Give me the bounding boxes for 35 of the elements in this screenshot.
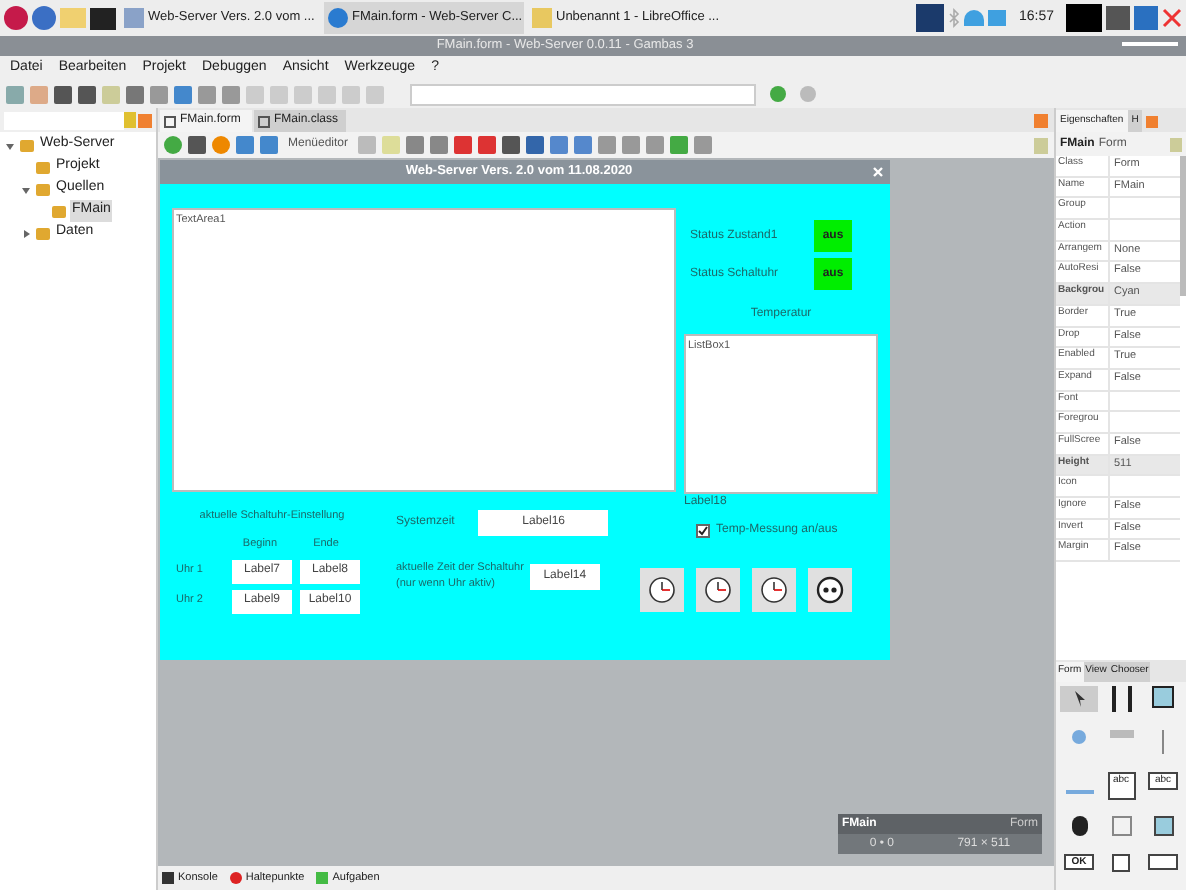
bluetooth-icon[interactable] bbox=[948, 8, 961, 28]
radio-icon[interactable] bbox=[1072, 729, 1086, 744]
picture-icon[interactable] bbox=[1153, 816, 1173, 837]
expander-icon[interactable] bbox=[20, 183, 32, 195]
search-field[interactable] bbox=[410, 83, 756, 105]
app-icon bbox=[124, 8, 144, 28]
window-controls-icon[interactable] bbox=[1122, 41, 1179, 51]
pointer-icon bbox=[1073, 690, 1085, 708]
scrollbar[interactable] bbox=[1180, 156, 1186, 296]
checkbox-icon[interactable] bbox=[1112, 854, 1130, 873]
disconnected-icon[interactable] bbox=[1162, 8, 1182, 28]
file-icon bbox=[258, 115, 270, 127]
pointer-tool[interactable] bbox=[1060, 686, 1098, 712]
frame-icon[interactable] bbox=[1111, 816, 1131, 837]
combo-icon[interactable] bbox=[1148, 854, 1178, 871]
socket-button[interactable] bbox=[808, 568, 852, 612]
clock-icon bbox=[760, 576, 788, 604]
picture-icon[interactable] bbox=[1152, 686, 1174, 708]
clock-icon bbox=[648, 576, 676, 604]
slider-icon[interactable] bbox=[1065, 789, 1093, 794]
expander-icon[interactable] bbox=[20, 227, 32, 239]
file-icon bbox=[164, 115, 176, 127]
app-icon bbox=[328, 8, 348, 28]
clock-icon bbox=[704, 576, 732, 604]
scroll-icon[interactable] bbox=[1109, 729, 1133, 738]
socket-icon bbox=[816, 576, 844, 604]
app-icon bbox=[532, 8, 552, 28]
checkbox[interactable] bbox=[696, 524, 710, 538]
filter-field[interactable] bbox=[4, 111, 124, 129]
clock-button[interactable] bbox=[640, 568, 684, 612]
clock-button[interactable] bbox=[752, 568, 796, 612]
clock-button[interactable] bbox=[696, 568, 740, 612]
expander-icon[interactable] bbox=[4, 139, 16, 151]
run-icon[interactable] bbox=[770, 86, 786, 102]
separator-icon[interactable] bbox=[1162, 729, 1164, 754]
